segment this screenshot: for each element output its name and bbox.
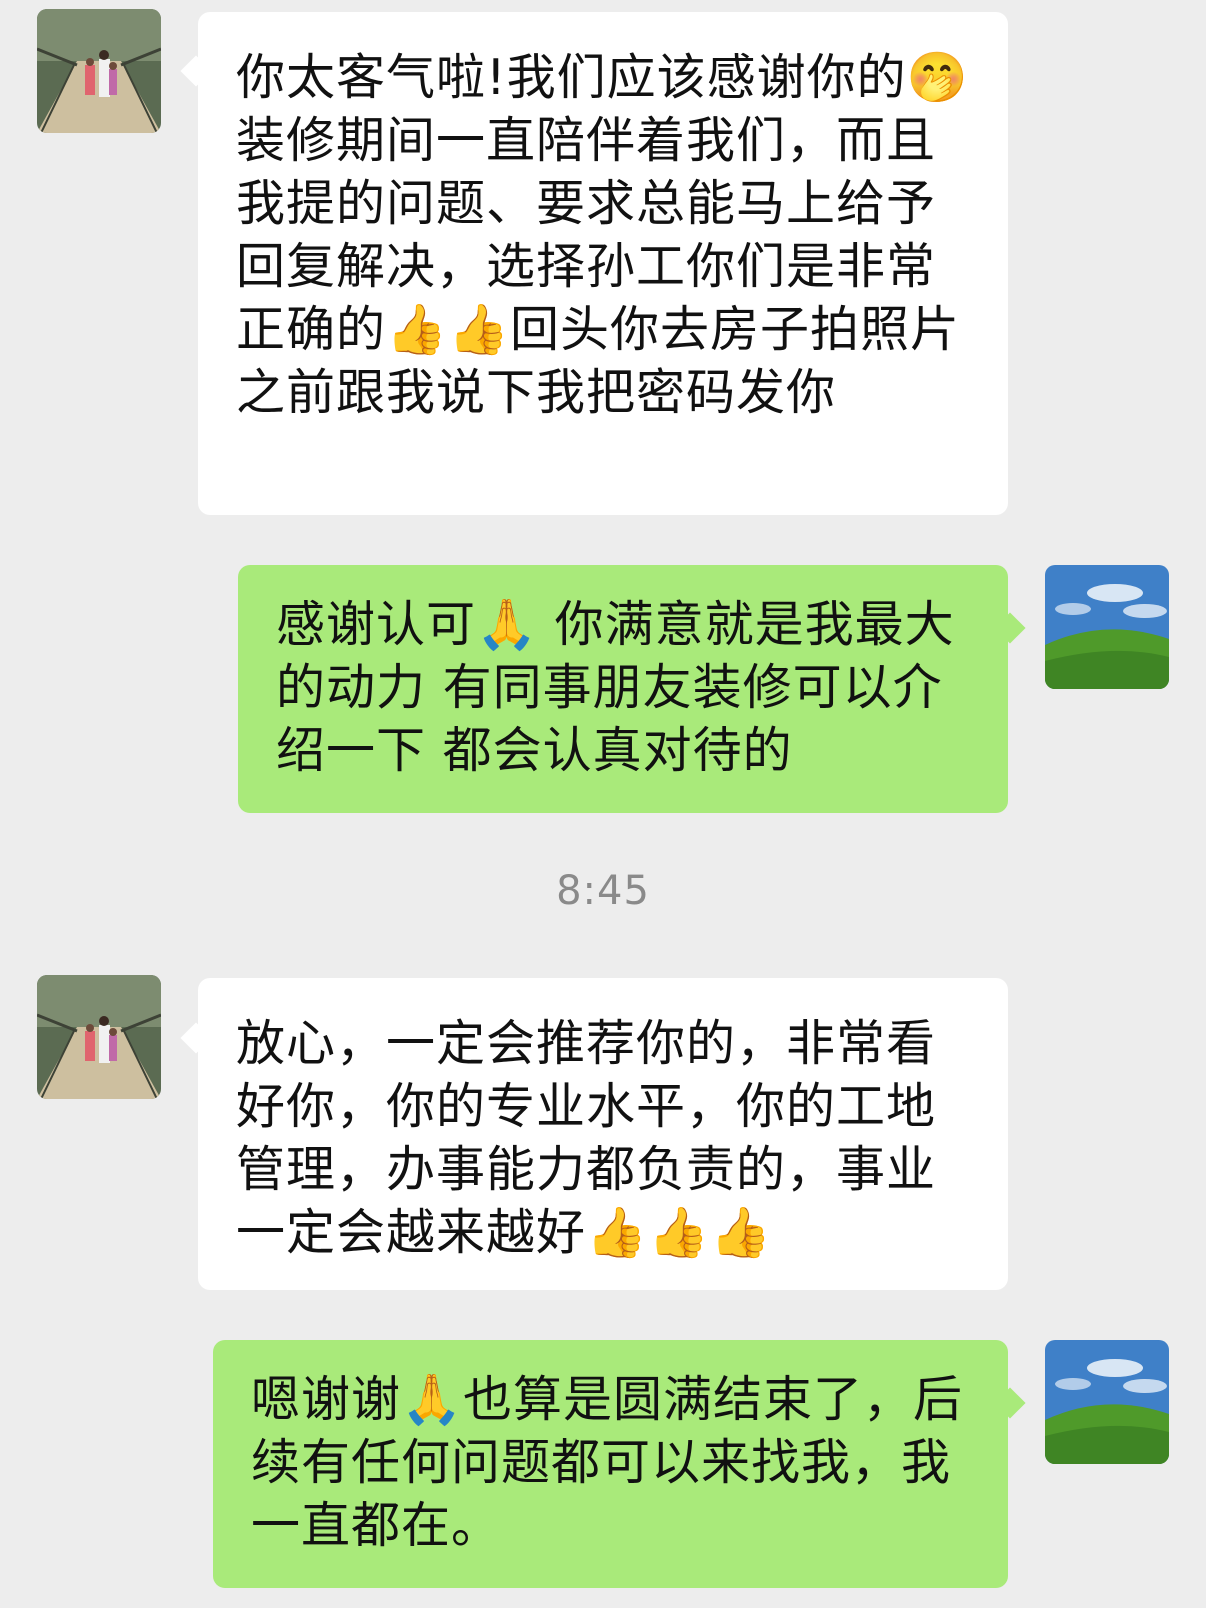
- message-bubble-sent[interactable]: 感谢认可🙏 你满意就是我最大的动力 有同事朋友装修可以介绍一下 都会认真对待的: [238, 565, 1008, 813]
- my-avatar[interactable]: [1045, 565, 1169, 689]
- message-bubble-received[interactable]: 放心，一定会推荐你的，非常看好你，你的专业水平，你的工地管理，办事能力都负责的，…: [198, 978, 1008, 1290]
- contact-avatar[interactable]: [37, 975, 161, 1099]
- message-bubble-sent[interactable]: 嗯谢谢🙏也算是圆满结束了，后续有任何问题都可以来找我，我一直都在。: [213, 1340, 1008, 1588]
- my-avatar[interactable]: [1045, 1340, 1169, 1464]
- message-timestamp: 8:45: [556, 868, 650, 914]
- landscape-photo-icon: [1045, 565, 1169, 689]
- message-bubble-received[interactable]: 你太客气啦!我们应该感谢你的🤭 装修期间一直陪伴着我们，而且我提的问题、要求总能…: [198, 12, 1008, 515]
- chat-history[interactable]: 你太客气啦!我们应该感谢你的🤭 装修期间一直陪伴着我们，而且我提的问题、要求总能…: [0, 0, 1206, 1608]
- bridge-photo-icon: [37, 9, 161, 133]
- landscape-photo-icon: [1045, 1340, 1169, 1464]
- contact-avatar[interactable]: [37, 9, 161, 133]
- bridge-photo-icon: [37, 975, 161, 1099]
